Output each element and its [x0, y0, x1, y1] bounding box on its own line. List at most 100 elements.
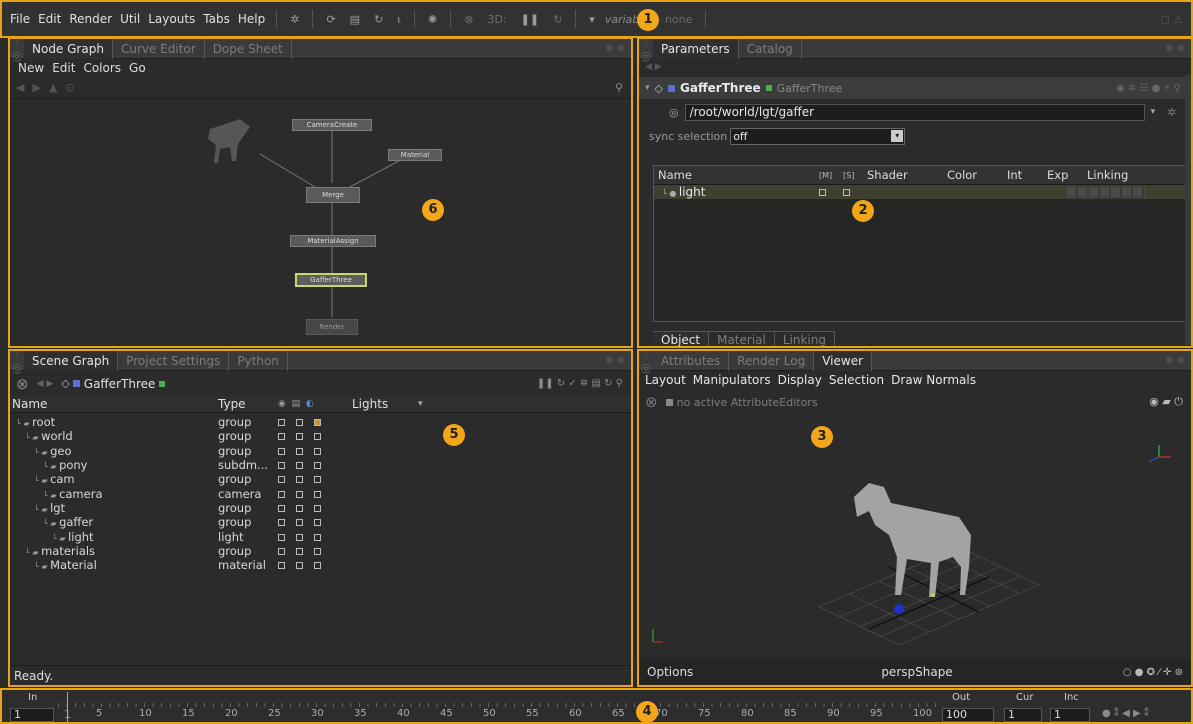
back-icon[interactable]: ◀ — [16, 81, 24, 94]
render-checkbox[interactable] — [295, 419, 303, 427]
render-checkbox[interactable] — [295, 462, 303, 470]
table-row[interactable]: └ ▰ world group — [10, 429, 631, 443]
linking-cells[interactable] — [1067, 187, 1145, 197]
table-row[interactable]: └ ▰ geo group — [10, 444, 631, 458]
solo-checkbox[interactable] — [843, 185, 867, 199]
row-visibility-checkboxes[interactable] — [278, 487, 352, 501]
parameters-scrollbar[interactable] — [1185, 75, 1191, 345]
clapper-icon[interactable]: ▤ — [350, 13, 360, 26]
tab-project-settings[interactable]: Project Settings — [118, 351, 230, 371]
options-button[interactable]: Options — [647, 665, 693, 679]
visibility-checkbox[interactable] — [278, 476, 285, 484]
menu-file[interactable]: File — [10, 12, 30, 26]
back-forward-icon[interactable]: ◀ ▶ — [37, 379, 54, 389]
viewer-tools-icon[interactable]: ◉ ▰ ⏻ — [1149, 395, 1191, 409]
node-name[interactable]: GafferThree — [680, 81, 761, 95]
tab-node-graph[interactable]: Node Graph — [24, 39, 113, 59]
render-checkbox[interactable] — [295, 447, 303, 455]
menu-layouts[interactable]: Layouts — [148, 12, 195, 26]
menu-tabs[interactable]: Tabs — [203, 12, 230, 26]
row-visibility-checkboxes[interactable] — [278, 515, 352, 529]
pin-icon[interactable]: ⊙ — [65, 81, 74, 94]
table-row[interactable]: └ ● light — [654, 185, 1187, 199]
menu-colors[interactable]: Colors — [83, 61, 121, 75]
row-visibility-checkboxes[interactable] — [278, 415, 352, 429]
render-checkbox[interactable] — [295, 519, 303, 527]
tree-branch-icon[interactable]: └ ▰ — [43, 519, 59, 528]
row-visibility-checkboxes[interactable] — [278, 458, 352, 472]
menu-display[interactable]: Display — [778, 373, 822, 387]
col-linking[interactable]: Linking — [1087, 168, 1167, 182]
node-merge[interactable]: Merge — [306, 187, 360, 203]
path-dropdown-icon[interactable]: ▾ — [1151, 107, 1156, 117]
node-material-assign[interactable]: MaterialAssign — [290, 235, 376, 247]
refresh-3d-icon[interactable]: ↻ — [553, 13, 562, 26]
menu-render[interactable]: Render — [69, 12, 112, 26]
node-material[interactable]: Material — [388, 149, 442, 161]
close-icon[interactable]: ⊗ — [645, 393, 658, 411]
light-checkbox[interactable] — [313, 533, 321, 541]
path-settings-icon[interactable]: ✲ — [1161, 106, 1176, 119]
panel-grip-icon[interactable]: ⦙ ◎ — [10, 39, 24, 63]
refresh-icon[interactable]: ↻ — [374, 13, 383, 26]
row-visibility-checkboxes[interactable] — [278, 530, 352, 544]
cur-field[interactable]: 1 — [1004, 708, 1042, 722]
tree-branch-icon[interactable]: └ ▰ — [25, 433, 41, 442]
forward-icon[interactable]: ▶ — [32, 81, 40, 94]
tab-linking[interactable]: Linking — [775, 332, 835, 346]
render-checkbox[interactable] — [295, 504, 303, 512]
tree-branch-icon[interactable]: └ ▰ — [16, 419, 32, 428]
node-render[interactable]: Render — [306, 319, 358, 335]
render-checkbox[interactable] — [295, 476, 303, 484]
pause-icon[interactable]: ❚❚ — [521, 13, 539, 26]
visibility-checkbox[interactable] — [278, 519, 285, 527]
in-field[interactable]: 1 — [10, 708, 54, 722]
visibility-checkbox[interactable] — [278, 462, 285, 470]
tree-branch-icon[interactable]: └ ▰ — [43, 462, 59, 471]
viewport-3d[interactable] — [639, 417, 1191, 657]
table-row[interactable]: └ ▰ cam group — [10, 472, 631, 486]
tab-object[interactable]: Object — [653, 332, 710, 346]
col-int[interactable]: Int — [1007, 168, 1047, 182]
light-checkbox[interactable] — [313, 462, 321, 470]
menu-layout[interactable]: Layout — [645, 373, 686, 387]
variables-dropdown-icon[interactable]: ▾ — [589, 13, 595, 26]
row-visibility-checkboxes[interactable] — [278, 544, 352, 558]
row-visibility-checkboxes[interactable] — [278, 429, 352, 443]
col-exp[interactable]: Exp — [1047, 168, 1087, 182]
menu-edit[interactable]: Edit — [38, 12, 61, 26]
panel-grip-icon[interactable]: ⦙ ◎ — [639, 351, 653, 375]
render-icon[interactable]: ⟳ — [326, 13, 335, 26]
home-icon[interactable]: ▲ — [49, 81, 57, 94]
menu-draw-normals[interactable]: Draw Normals — [891, 373, 976, 387]
tab-parameters[interactable]: Parameters — [653, 39, 739, 59]
tree-branch-icon[interactable]: └ ▰ — [52, 534, 68, 543]
panel-options-icon[interactable]: ⊕ ⊗ — [605, 43, 631, 54]
tab-scene-graph[interactable]: Scene Graph — [24, 351, 119, 371]
node-header-tools-icon[interactable]: ◉ ✲ ☷ ● ⚡ ⚲ — [1116, 83, 1191, 94]
chevron-down-icon[interactable]: ▾ — [418, 399, 423, 409]
col-lights[interactable]: Lights — [352, 397, 418, 411]
collapse-icon[interactable]: ▾ — [645, 83, 650, 93]
bug-icon[interactable]: ✺ — [428, 13, 437, 26]
visibility-checkbox[interactable] — [278, 504, 285, 512]
out-field[interactable]: 100 — [942, 708, 994, 722]
row-visibility-checkboxes[interactable] — [278, 558, 352, 572]
camera-name[interactable]: perspShape — [881, 665, 952, 679]
tree-branch-icon[interactable]: └ ▰ — [25, 548, 41, 557]
table-row[interactable]: └ ▰ lgt group — [10, 501, 631, 515]
render-checkbox[interactable] — [295, 547, 303, 555]
settings-icon[interactable]: ✲ — [290, 13, 299, 26]
tab-dope-sheet[interactable]: Dope Sheet — [205, 39, 292, 59]
col-name[interactable]: Name — [10, 397, 218, 411]
location-path-field[interactable]: /root/world/lgt/gaffer — [684, 103, 1145, 121]
table-row[interactable]: └ ▰ Material material — [10, 558, 631, 572]
window-controls-icon[interactable]: ◻ ⚠ — [1161, 13, 1192, 26]
menu-go[interactable]: Go — [129, 61, 146, 75]
variables-value[interactable]: none — [665, 13, 692, 26]
light-checkbox[interactable] — [313, 504, 321, 512]
mute-checkbox[interactable] — [819, 185, 843, 199]
table-row[interactable]: └ ▰ pony subdm... — [10, 458, 631, 472]
menu-manipulators[interactable]: Manipulators — [693, 373, 771, 387]
light-checkbox[interactable] — [313, 490, 321, 498]
